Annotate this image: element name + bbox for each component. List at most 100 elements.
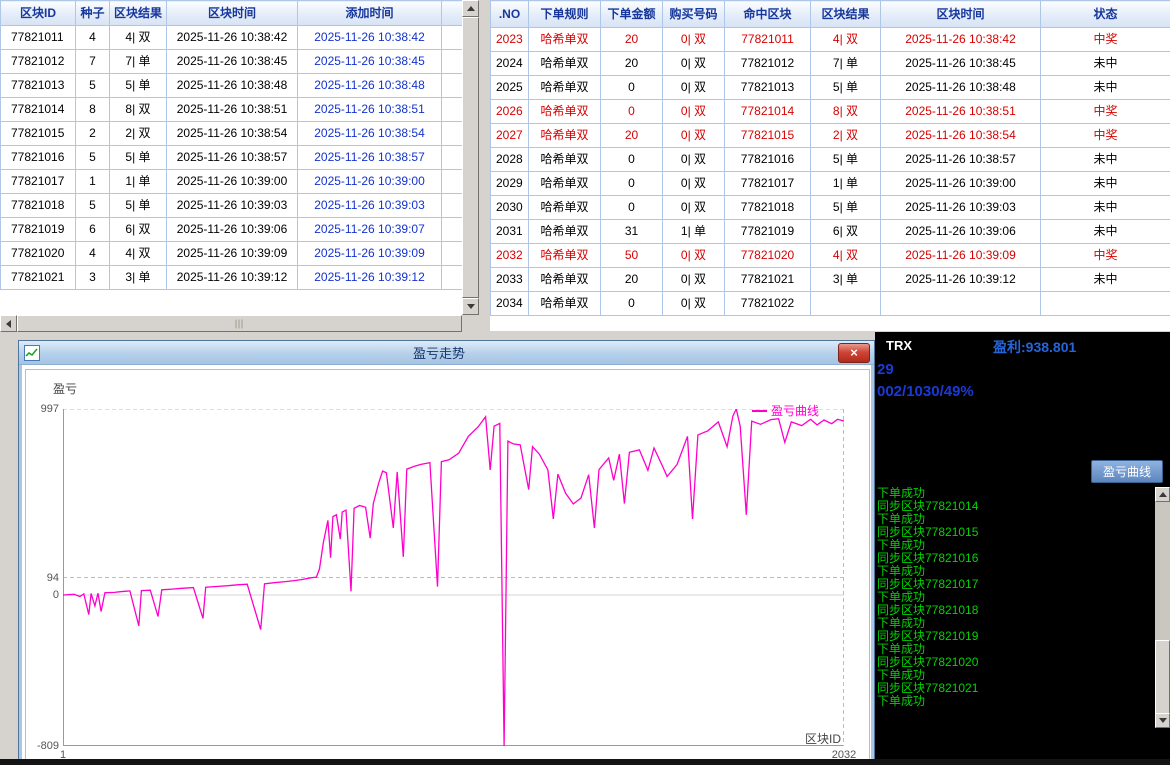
- table-cell: 8| 双: [110, 98, 167, 122]
- table-cell: 2024: [491, 52, 529, 76]
- table-cell: 2025-11-26 10:39:12: [298, 266, 442, 290]
- table-row[interactable]: 7782101711| 单2025-11-26 10:39:002025-11-…: [1, 170, 463, 194]
- table-cell: 0| 双: [663, 124, 725, 148]
- close-button[interactable]: ×: [838, 343, 870, 363]
- hscroll-thumb[interactable]: [17, 315, 462, 332]
- orders-table-body: 2023哈希单双200| 双778210114| 双2025-11-26 10:…: [491, 28, 1170, 316]
- chart-frame: 盈亏 区块ID 盈亏曲线 997940-80912032: [25, 369, 870, 765]
- table-row[interactable]: 2034哈希单双00| 双77821022: [491, 292, 1170, 316]
- table-cell: 哈希单双: [529, 172, 601, 196]
- console-scrollbar[interactable]: [1155, 487, 1170, 728]
- column-header[interactable]: 区块结果: [110, 1, 167, 26]
- table-row[interactable]: 7782101355| 单2025-11-26 10:38:482025-11-…: [1, 74, 463, 98]
- profit-chart: [63, 409, 844, 746]
- table-cell: 2034: [491, 292, 529, 316]
- table-cell: 3| 单: [811, 268, 881, 292]
- column-header[interactable]: 区块时间: [167, 1, 298, 26]
- scroll-left-button[interactable]: [0, 315, 17, 332]
- column-header[interactable]: 区块ID: [1, 1, 76, 26]
- x-axis-title: 区块ID: [761, 730, 841, 747]
- table-cell: 77821015: [1, 122, 76, 146]
- table-row[interactable]: 2028哈希单双00| 双778210165| 单2025-11-26 10:3…: [491, 148, 1170, 172]
- column-header[interactable]: 命中区块: [725, 1, 811, 28]
- table-cell: 2023: [491, 28, 529, 52]
- arrow-up-icon: [467, 6, 475, 11]
- column-header[interactable]: 种子: [76, 1, 110, 26]
- table-row[interactable]: 7782102133| 单2025-11-26 10:39:122025-11-…: [1, 266, 463, 290]
- table-cell: 2030: [491, 196, 529, 220]
- table-cell: 2025-11-26 10:39:06: [167, 218, 298, 242]
- table-row[interactable]: 7782101488| 双2025-11-26 10:38:512025-11-…: [1, 98, 463, 122]
- table-cell: 77821013: [725, 76, 811, 100]
- table-cell: 未中: [1041, 172, 1170, 196]
- table-cell: 77821017: [725, 172, 811, 196]
- table-row[interactable]: 7782101522| 双2025-11-26 10:38:542025-11-…: [1, 122, 463, 146]
- table-cell: 2025-11-26 10:39:09: [167, 242, 298, 266]
- table-cell: 2026: [491, 100, 529, 124]
- console-scroll-thumb[interactable]: [1155, 640, 1170, 715]
- table-cell: 2025-11-26 10:38:54: [881, 124, 1041, 148]
- blocks-table-vscrollbar[interactable]: [462, 0, 479, 315]
- table-row[interactable]: 2032哈希单双500| 双778210204| 双2025-11-26 10:…: [491, 244, 1170, 268]
- table-cell: 哈希单双: [529, 100, 601, 124]
- table-cell: 77821016: [1, 146, 76, 170]
- table-row[interactable]: 2030哈希单双00| 双778210185| 单2025-11-26 10:3…: [491, 196, 1170, 220]
- profit-curve-button[interactable]: 盈亏曲线: [1091, 460, 1163, 483]
- table-cell: 6| 双: [110, 218, 167, 242]
- table-cell: 0| 双: [663, 100, 725, 124]
- table-row[interactable]: 2026哈希单双00| 双778210148| 双2025-11-26 10:3…: [491, 100, 1170, 124]
- table-cell: 2025-11-26 10:39:03: [881, 196, 1041, 220]
- table-row[interactable]: 7782101277| 单2025-11-26 10:38:452025-11-…: [1, 50, 463, 74]
- table-row[interactable]: 7782102044| 双2025-11-26 10:39:092025-11-…: [1, 242, 463, 266]
- table-cell: 未中: [1041, 220, 1170, 244]
- table-cell: 20: [601, 52, 663, 76]
- table-cell: 0| 双: [663, 292, 725, 316]
- table-row[interactable]: 7782101966| 双2025-11-26 10:39:062025-11-…: [1, 218, 463, 242]
- console-scroll-up-button[interactable]: [1155, 487, 1170, 502]
- blocks-table-hscrollbar[interactable]: [0, 315, 479, 332]
- table-row[interactable]: 2024哈希单双200| 双778210127| 单2025-11-26 10:…: [491, 52, 1170, 76]
- column-header[interactable]: 状态: [1041, 1, 1170, 28]
- column-header[interactable]: 下单金额: [601, 1, 663, 28]
- table-row[interactable]: 2031哈希单双311| 单778210196| 双2025-11-26 10:…: [491, 220, 1170, 244]
- thumb-grip: [235, 319, 244, 328]
- console-log[interactable]: 下单成功同步区块77821014下单成功同步区块77821015下单成功同步区块…: [875, 487, 1157, 728]
- table-cell: 中奖: [1041, 100, 1170, 124]
- column-header[interactable]: 下单规则: [529, 1, 601, 28]
- scroll-up-button[interactable]: [462, 0, 479, 17]
- status-panel: TRX 盈利:938.801 29 002/1030/49% 盈亏曲线 下单成功…: [875, 332, 1170, 765]
- column-header[interactable]: 区块时间: [881, 1, 1041, 28]
- column-header[interactable]: 购买号码: [663, 1, 725, 28]
- table-row[interactable]: 2027哈希单双200| 双778210152| 双2025-11-26 10:…: [491, 124, 1170, 148]
- console-scroll-down-button[interactable]: [1155, 713, 1170, 728]
- table-cell: 0: [601, 76, 663, 100]
- table-row[interactable]: 7782101655| 单2025-11-26 10:38:572025-11-…: [1, 146, 463, 170]
- table-cell: 哈希单双: [529, 124, 601, 148]
- column-header[interactable]: .NO: [491, 1, 529, 28]
- window-titlebar[interactable]: 盈亏走势 ×: [19, 341, 874, 365]
- table-cell: 7| 单: [110, 50, 167, 74]
- table-cell: 2032: [491, 244, 529, 268]
- vscroll-thumb[interactable]: [462, 17, 479, 298]
- table-row[interactable]: 2023哈希单双200| 双778210114| 双2025-11-26 10:…: [491, 28, 1170, 52]
- column-header[interactable]: 添加时间: [298, 1, 442, 26]
- table-cell: 1: [76, 170, 110, 194]
- table-cell: 2025-11-26 10:38:42: [167, 26, 298, 50]
- table-cell: [442, 218, 463, 242]
- table-row[interactable]: 2029哈希单双00| 双778210171| 单2025-11-26 10:3…: [491, 172, 1170, 196]
- y-tick-label: 997: [26, 403, 62, 415]
- table-row[interactable]: 7782101855| 单2025-11-26 10:39:032025-11-…: [1, 194, 463, 218]
- scroll-down-button[interactable]: [462, 298, 479, 315]
- table-cell: 1| 单: [811, 172, 881, 196]
- table-cell: 2025-11-26 10:38:48: [298, 74, 442, 98]
- table-cell: 77821019: [725, 220, 811, 244]
- table-row[interactable]: 7782101144| 双2025-11-26 10:38:422025-11-…: [1, 26, 463, 50]
- table-cell: 未中: [1041, 52, 1170, 76]
- table-row[interactable]: 2033哈希单双200| 双778210213| 单2025-11-26 10:…: [491, 268, 1170, 292]
- column-header[interactable]: 区块结果: [811, 1, 881, 28]
- close-icon: ×: [850, 346, 858, 359]
- table-cell: 2025-11-26 10:38:45: [298, 50, 442, 74]
- table-cell: 2025-11-26 10:38:54: [167, 122, 298, 146]
- table-row[interactable]: 2025哈希单双00| 双778210135| 单2025-11-26 10:3…: [491, 76, 1170, 100]
- table-cell: 2033: [491, 268, 529, 292]
